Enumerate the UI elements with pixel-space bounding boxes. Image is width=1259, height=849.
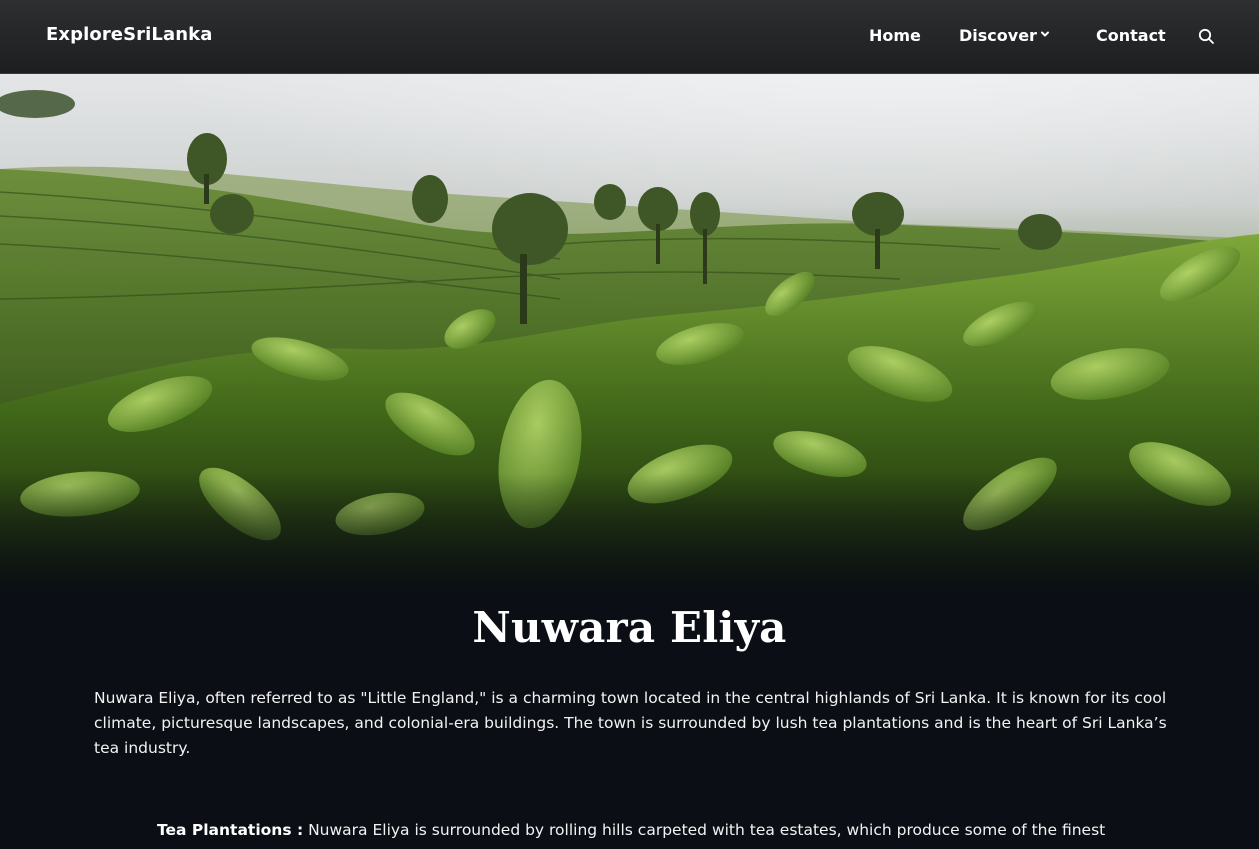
brand-logo[interactable]: ExploreSriLanka: [46, 24, 212, 45]
nav-discover-link[interactable]: Discover: [959, 26, 1037, 45]
section-text: Nuwara Eliya is surrounded by rolling hi…: [303, 821, 1106, 839]
tea-plantation-photo: [0, 74, 1259, 600]
section-tea-plantations: Tea Plantations : Nuwara Eliya is surrou…: [157, 818, 1117, 843]
nav-home-link[interactable]: Home: [869, 26, 921, 45]
top-navbar: ExploreSriLanka Home Discover Contact: [0, 0, 1259, 74]
section-heading: Tea Plantations :: [157, 821, 304, 839]
nav-contact-link[interactable]: Contact: [1096, 26, 1166, 45]
search-icon[interactable]: [1198, 28, 1215, 45]
hero-image: [0, 74, 1259, 600]
chevron-down-icon[interactable]: [1039, 28, 1051, 40]
page-title: Nuwara Eliya: [472, 603, 787, 652]
intro-paragraph: Nuwara Eliya, often referred to as "Litt…: [94, 689, 1167, 757]
